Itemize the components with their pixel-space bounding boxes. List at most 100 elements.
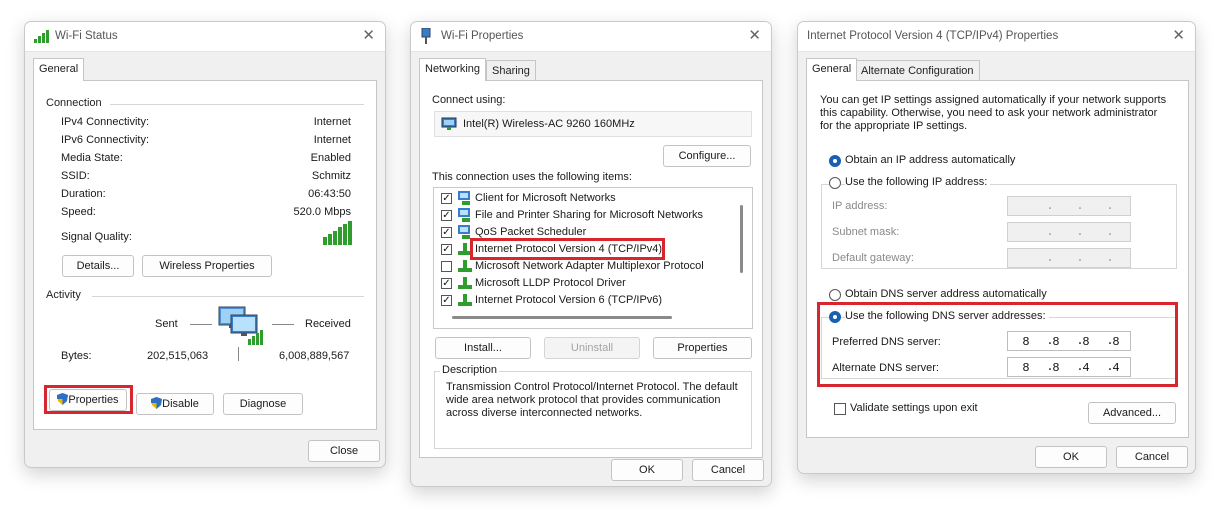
window-title: Wi-Fi Properties [441, 30, 524, 42]
wifi-properties-window: Wi-Fi Properties ✕ Networking Sharing Co… [410, 21, 772, 487]
row-label: Media State: [61, 152, 123, 164]
ipv4-properties-window: Internet Protocol Version 4 (TCP/IPv4) P… [797, 21, 1196, 474]
item-label: QoS Packet Scheduler [475, 226, 587, 238]
tab-sharing[interactable]: Sharing [486, 60, 536, 80]
general-panel: Connection IPv4 Connectivity: Internet I… [33, 80, 377, 430]
adapter-field: Intel(R) Wireless-AC 9260 160MHz [434, 111, 752, 137]
item-label: Internet Protocol Version 6 (TCP/IPv6) [475, 294, 663, 306]
adapter-name: Intel(R) Wireless-AC 9260 160MHz [463, 118, 635, 130]
uninstall-button[interactable]: Uninstall [544, 337, 640, 359]
ip-address-label: IP address: [832, 200, 888, 212]
default-gateway-field[interactable]: ... [1007, 248, 1131, 268]
received-label: Received [305, 318, 351, 330]
item-label: Microsoft Network Adapter Multiplexor Pr… [475, 260, 704, 272]
use-following-ip-radio[interactable] [829, 177, 841, 189]
row-value: 520.0 Mbps [293, 206, 351, 218]
item-checkbox[interactable]: ✓ [441, 295, 452, 306]
use-following-ip-label: Use the following IP address: [845, 176, 991, 188]
properties-button[interactable]: Properties [49, 389, 127, 411]
network-adapter-icon [441, 116, 457, 135]
row-value: Internet [313, 134, 351, 146]
titlebar[interactable]: Internet Protocol Version 4 (TCP/IPv4) P… [798, 22, 1195, 52]
window-title: Wi-Fi Status [55, 30, 118, 42]
intro-text-line-2: this capability. Otherwise, you need to … [820, 107, 1158, 119]
obtain-ip-auto-radio[interactable] [829, 155, 841, 167]
cancel-button[interactable]: Cancel [1116, 446, 1188, 468]
item-label: Microsoft LLDP Protocol Driver [475, 277, 626, 289]
shield-icon [57, 392, 69, 412]
obtain-ip-auto-label: Obtain an IP address automatically [845, 154, 1016, 166]
item-properties-button[interactable]: Properties [653, 337, 752, 359]
subnet-mask-label: Subnet mask: [832, 226, 900, 238]
install-button[interactable]: Install... [435, 337, 531, 359]
item-checkbox[interactable]: ✓ [441, 278, 452, 289]
diagnose-button[interactable]: Diagnose [223, 393, 303, 415]
item-label: Client for Microsoft Networks [475, 192, 616, 204]
row-value: Enabled [310, 152, 351, 164]
ip-address-field[interactable]: ... [1007, 196, 1131, 216]
item-checkbox[interactable]: ✓ [441, 210, 452, 221]
ok-button[interactable]: OK [611, 459, 683, 481]
description-text-line-2: wide area network protocol that provides… [446, 394, 721, 406]
advanced-button[interactable]: Advanced... [1088, 402, 1176, 424]
close-icon[interactable]: ✕ [362, 26, 375, 44]
tab-general[interactable]: General [806, 58, 858, 81]
disable-label: Disable [162, 398, 199, 410]
wifi-status-window: Wi-Fi Status ✕ General Connection IPv4 C… [24, 21, 386, 468]
network-adapter-icon [420, 27, 432, 47]
item-checkbox[interactable]: ✓ [441, 227, 452, 238]
row-value: 06:43:50 [308, 188, 351, 200]
close-icon[interactable]: ✕ [1172, 26, 1185, 44]
titlebar[interactable]: Wi-Fi Properties ✕ [411, 22, 771, 52]
window-title: Internet Protocol Version 4 (TCP/IPv4) P… [807, 30, 1059, 42]
row-label: IPv6 Connectivity: [61, 134, 150, 146]
subnet-mask-field[interactable]: ... [1007, 222, 1131, 242]
disable-button[interactable]: Disable [136, 393, 214, 415]
bytes-received-value: 6,008,889,567 [279, 350, 350, 362]
highlight-box [817, 302, 1178, 387]
row-label: Duration: [61, 188, 106, 200]
intro-text-line-3: for the appropriate IP settings. [820, 120, 968, 132]
signal-bars-icon [34, 30, 50, 46]
default-gateway-label: Default gateway: [832, 252, 914, 264]
items-label: This connection uses the following items… [432, 171, 632, 183]
tab-general[interactable]: General [33, 58, 85, 81]
signal-strength-icon [323, 221, 353, 248]
sent-label: Sent [155, 318, 178, 330]
details-button[interactable]: Details... [62, 255, 134, 277]
tab-alternate-configuration[interactable]: Alternate Configuration [855, 60, 980, 80]
row-value: Schmitz [311, 170, 351, 182]
divider [92, 296, 364, 297]
close-icon[interactable]: ✕ [748, 26, 761, 44]
row-label: SSID: [61, 170, 90, 182]
wireless-properties-button[interactable]: Wireless Properties [142, 255, 272, 277]
vertical-scrollbar[interactable] [740, 205, 743, 273]
close-button[interactable]: Close [308, 440, 380, 462]
shield-icon [151, 396, 163, 416]
intro-text-line-1: You can get IP settings assigned automat… [820, 94, 1167, 106]
bytes-sent-value: 202,515,063 [147, 350, 209, 362]
item-checkbox[interactable]: ✓ [441, 193, 452, 204]
row-label: Speed: [61, 206, 96, 218]
connection-group-label: Connection [46, 97, 102, 109]
divider [272, 324, 294, 325]
networking-panel: Connect using: Intel(R) Wireless-AC 9260… [419, 80, 763, 458]
validate-label: Validate settings upon exit [850, 402, 978, 414]
row-value: Internet [313, 116, 351, 128]
divider [190, 324, 212, 325]
tab-networking[interactable]: Networking [419, 58, 487, 81]
bytes-label: Bytes: [61, 350, 92, 362]
ok-button[interactable]: OK [1035, 446, 1107, 468]
configure-button[interactable]: Configure... [663, 145, 751, 167]
item-checkbox[interactable]: ✓ [441, 244, 452, 255]
horizontal-scrollbar[interactable] [452, 316, 672, 319]
titlebar[interactable]: Wi-Fi Status ✕ [25, 22, 385, 52]
cancel-button[interactable]: Cancel [692, 459, 764, 481]
activity-group-label: Activity [46, 289, 81, 301]
row-label: IPv4 Connectivity: [61, 116, 150, 128]
validate-checkbox[interactable] [834, 403, 846, 415]
divider [110, 104, 364, 105]
obtain-dns-auto-radio[interactable] [829, 289, 841, 301]
connect-using-label: Connect using: [432, 94, 506, 106]
item-checkbox[interactable] [441, 261, 452, 272]
